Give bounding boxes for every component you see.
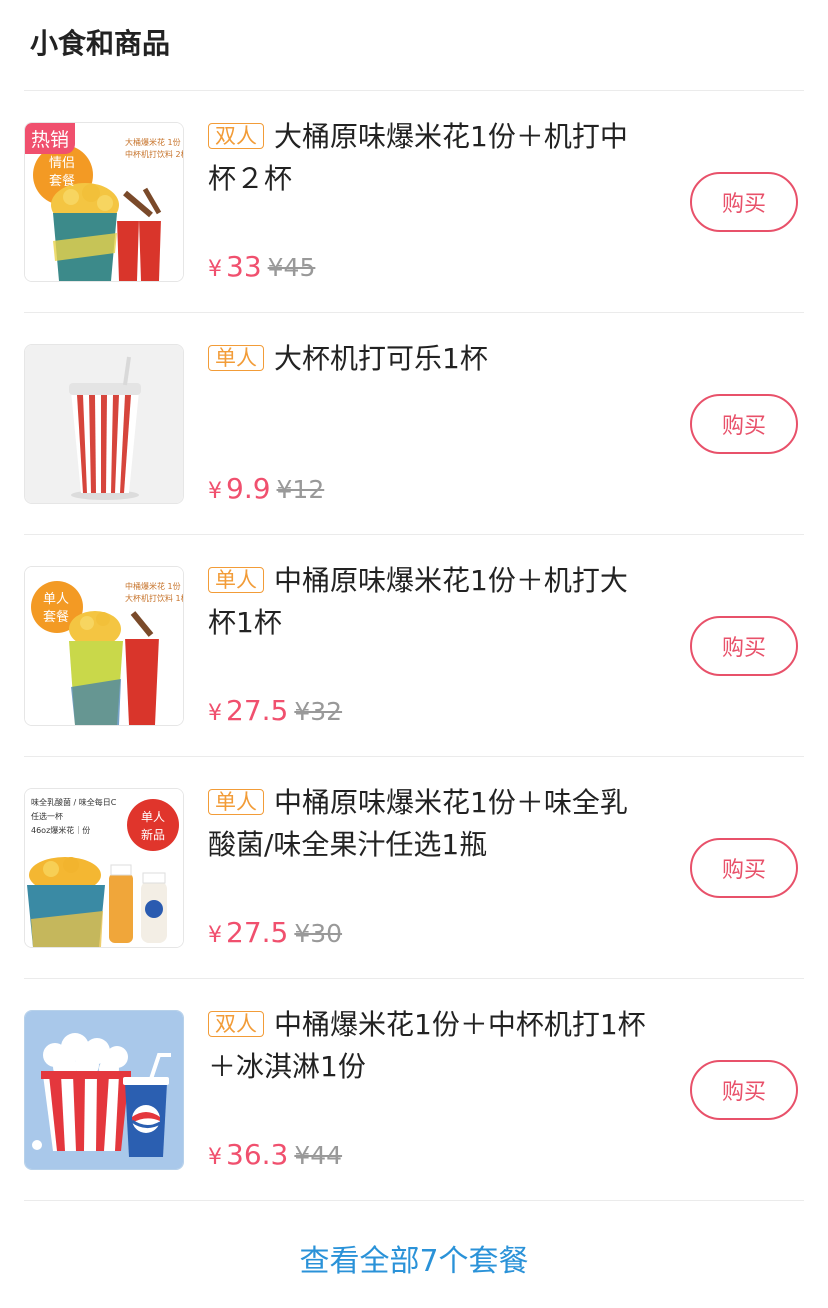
product-name: 中桶爆米花1份＋中杯机打1杯＋冰淇淋1份 (208, 1008, 646, 1083)
currency-symbol: ¥ (208, 257, 222, 282)
product-image-popcorn-juice: 单人 新品 味全乳酸菌 / 味全每日C 任选一杯 46oz爆米花｜份 (24, 788, 184, 948)
price-row: ¥36.3 ¥44 (208, 1138, 342, 1178)
hot-badge: 热销 (25, 123, 76, 154)
sale-price: 33 (226, 250, 262, 283)
sale-price: 27.5 (226, 916, 289, 949)
svg-text:单人: 单人 (141, 810, 165, 824)
people-tag: 单人 (208, 789, 264, 815)
svg-text:味全乳酸菌 / 味全每日C: 味全乳酸菌 / 味全每日C (31, 797, 117, 807)
sale-price: 9.9 (226, 472, 271, 505)
product-image-popcorn-double: 大桶爆米花 1份 中杯机打饮料 2杯 情侣 套餐 热销 (24, 122, 184, 282)
svg-text:46oz爆米花｜份: 46oz爆米花｜份 (31, 825, 90, 835)
sale-price: 36.3 (226, 1138, 289, 1171)
product-image-popcorn-single: 单人 套餐 中桶爆米花 1份 大杯机打饮料 1杯 (24, 566, 184, 726)
people-tag: 单人 (208, 345, 264, 371)
original-price: ¥32 (294, 697, 343, 726)
divider (24, 978, 804, 979)
svg-text:套餐: 套餐 (43, 609, 69, 625)
buy-button[interactable]: 购买 (690, 394, 798, 454)
people-tag: 双人 (208, 1011, 264, 1037)
svg-text:新品: 新品 (141, 827, 165, 842)
product-title: 双人 中桶爆米花1份＋中杯机打1杯＋冰淇淋1份 (208, 1004, 648, 1088)
buy-button[interactable]: 购买 (690, 1060, 798, 1120)
product-title: 双人 大桶原味爆米花1份＋机打中杯２杯 (208, 116, 648, 200)
price-row: ¥27.5 ¥32 (208, 694, 342, 734)
original-price: ¥44 (294, 1141, 343, 1170)
list-item[interactable]: 大桶爆米花 1份 中杯机打饮料 2杯 情侣 套餐 热销 双人 大桶原味爆米花1份＋… (0, 112, 828, 334)
people-tag: 双人 (208, 123, 264, 149)
people-tag: 单人 (208, 567, 264, 593)
product-name: 大杯机打可乐1杯 (274, 342, 488, 375)
product-title: 单人 大杯机打可乐1杯 (208, 338, 648, 380)
snacks-page: 小食和商品 大桶爆米花 1份 中杯机打饮料 2杯 情侣 套餐 热销 双人 大桶原… (0, 0, 828, 1308)
list-item[interactable]: 单人 新品 味全乳酸菌 / 味全每日C 任选一杯 46oz爆米花｜份 单人 中桶原… (0, 778, 828, 1000)
currency-symbol: ¥ (208, 923, 222, 948)
price-row: ¥9.9 ¥12 (208, 472, 324, 512)
svg-text:大杯机打饮料 1杯: 大杯机打饮料 1杯 (125, 593, 183, 603)
divider (24, 534, 804, 535)
original-price: ¥45 (267, 253, 316, 282)
divider (24, 312, 804, 313)
product-title: 单人 中桶原味爆米花1份＋机打大杯1杯 (208, 560, 648, 644)
product-name: 中桶原味爆米花1份＋机打大杯1杯 (208, 564, 628, 639)
list-item[interactable]: 单人 大杯机打可乐1杯 ¥9.9 ¥12 购买 (0, 334, 828, 556)
svg-text:中杯机打饮料 2杯: 中杯机打饮料 2杯 (125, 149, 183, 159)
product-image-popcorn-icecream (24, 1010, 184, 1170)
svg-text:任选一杯: 任选一杯 (31, 811, 63, 821)
list-item[interactable]: 双人 中桶爆米花1份＋中杯机打1杯＋冰淇淋1份 ¥36.3 ¥44 购买 (0, 1000, 828, 1222)
original-price: ¥12 (276, 475, 325, 504)
product-title: 单人 中桶原味爆米花1份＋味全乳酸菌/味全果汁任选1瓶 (208, 782, 648, 866)
section-title: 小食和商品 (30, 27, 171, 60)
original-price: ¥30 (294, 919, 343, 948)
currency-symbol: ¥ (208, 479, 222, 504)
divider (24, 90, 804, 91)
svg-text:情侣: 情侣 (49, 156, 75, 171)
divider (24, 1200, 804, 1201)
sale-price: 27.5 (226, 694, 289, 727)
svg-text:大桶爆米花 1份: 大桶爆米花 1份 (125, 137, 181, 147)
svg-text:套餐: 套餐 (49, 173, 75, 189)
product-image-cola (24, 344, 184, 504)
view-all-link[interactable]: 查看全部7个套餐 (0, 1236, 828, 1280)
currency-symbol: ¥ (208, 1145, 222, 1170)
currency-symbol: ¥ (208, 701, 222, 726)
product-name: 中桶原味爆米花1份＋味全乳酸菌/味全果汁任选1瓶 (208, 786, 628, 861)
svg-text:单人: 单人 (43, 592, 69, 607)
buy-button[interactable]: 购买 (690, 172, 798, 232)
list-item[interactable]: 单人 套餐 中桶爆米花 1份 大杯机打饮料 1杯 单人 中桶原味爆米花1份＋机打大… (0, 556, 828, 778)
buy-button[interactable]: 购买 (690, 838, 798, 898)
product-name: 大桶原味爆米花1份＋机打中杯２杯 (208, 120, 628, 195)
svg-text:中桶爆米花 1份: 中桶爆米花 1份 (125, 581, 181, 591)
buy-button[interactable]: 购买 (690, 616, 798, 676)
price-row: ¥27.5 ¥30 (208, 916, 342, 956)
price-row: ¥33 ¥45 (208, 250, 315, 290)
divider (24, 756, 804, 757)
